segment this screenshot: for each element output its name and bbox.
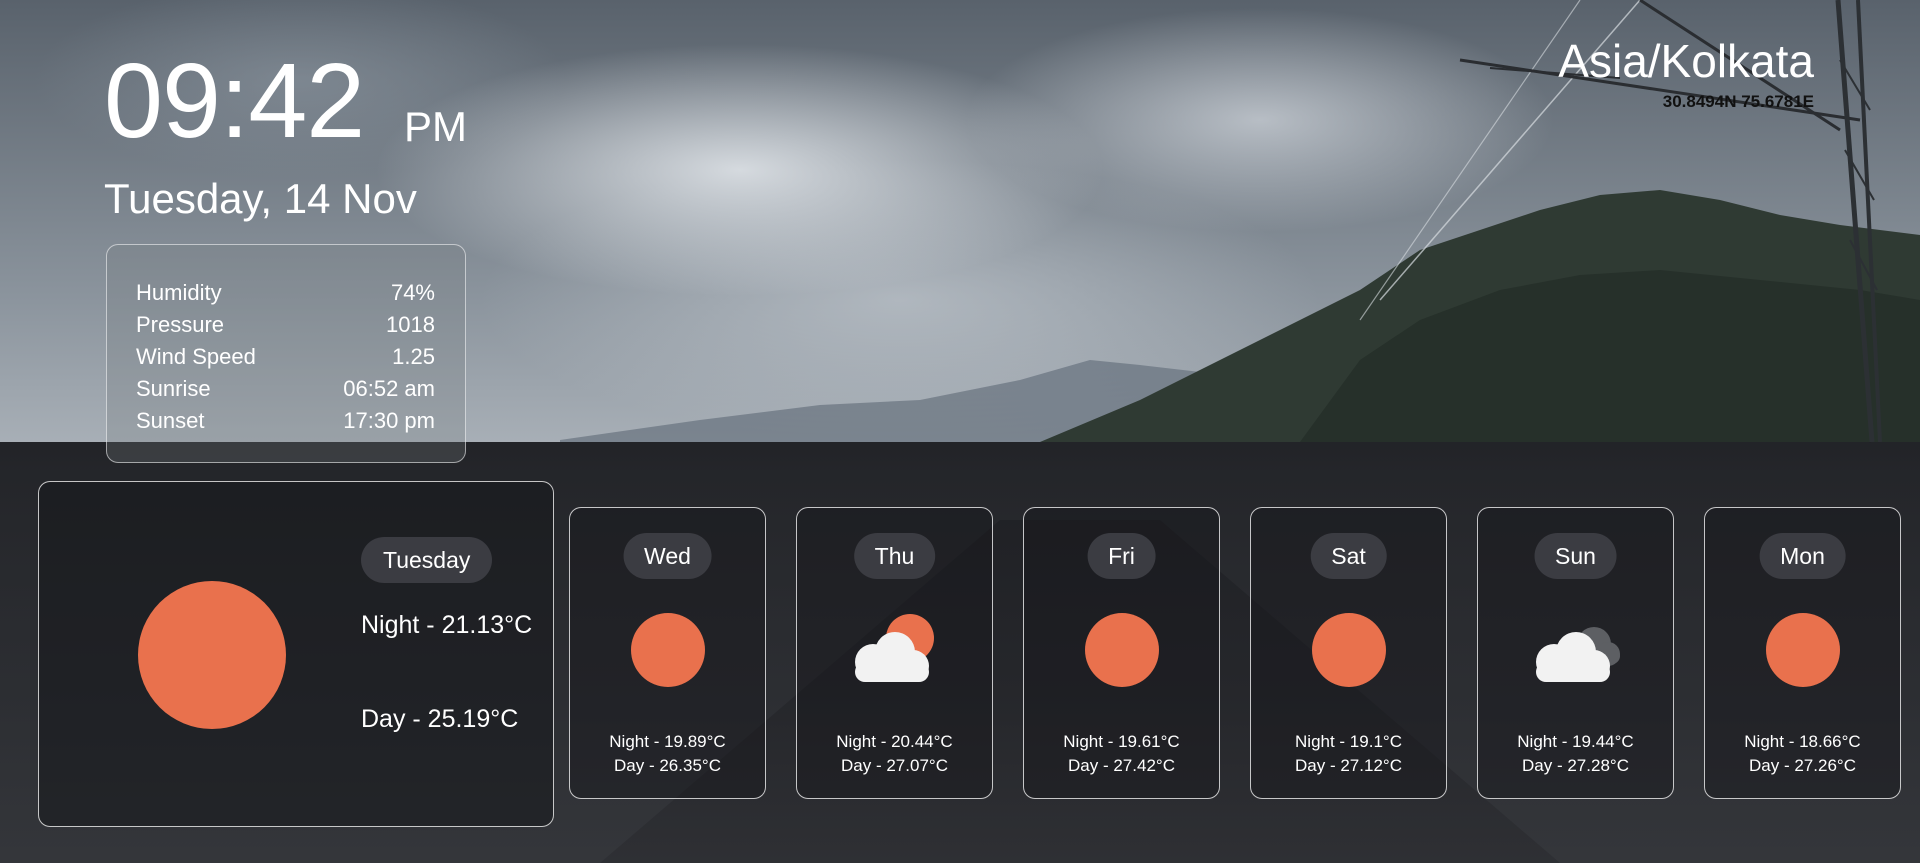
forecast-day-temp: Day - 26.35°C	[614, 756, 721, 775]
current-day-temp: Day - 25.19°C	[361, 705, 519, 733]
clock-date: Tuesday, 14 Nov	[104, 175, 417, 222]
forecast-day-temp: Day - 27.12°C	[1295, 756, 1402, 775]
sun-icon	[1084, 613, 1159, 687]
weather-details-panel: Humidity 74% Pressure 1018 Wind Speed 1.…	[106, 244, 466, 463]
detail-label: Sunset	[136, 408, 205, 433]
detail-label: Pressure	[136, 312, 225, 337]
forecast-card-fri: Fri Night - 19.61°C Day - 27.42°C	[1023, 507, 1220, 799]
current-night-temp: Night - 21.13°C	[361, 611, 533, 639]
forecast-day-pill: Thu	[853, 533, 936, 579]
forecast-day-temp: Day - 27.42°C	[1068, 756, 1175, 775]
detail-row-wind-speed: Wind Speed 1.25	[136, 341, 435, 373]
location-info: Asia/Kolkata 30.8494N 75.6781E	[1558, 38, 1814, 112]
detail-row-sunrise: Sunrise 06:52 am	[136, 373, 435, 405]
forecast-night-temp: Night - 19.61°C	[1063, 732, 1180, 751]
forecast-night-temp: Night - 18.66°C	[1744, 732, 1861, 751]
forecast-temps: Night - 20.44°C Day - 27.07°C	[797, 730, 992, 778]
forecast-night-temp: Night - 20.44°C	[836, 732, 953, 751]
detail-row-pressure: Pressure 1018	[136, 309, 435, 341]
detail-value: 06:52 am	[343, 376, 435, 401]
detail-row-humidity: Humidity 74%	[136, 277, 435, 309]
cloudy-icon	[1535, 627, 1620, 682]
forecast-card-thu: Thu Night - 20.44°C Day - 27.07°C	[796, 507, 993, 799]
forecast-card-mon: Mon Night - 18.66°C Day - 27.26°C	[1704, 507, 1901, 799]
forecast-day-temp: Day - 27.26°C	[1749, 756, 1856, 775]
clock-time: 09:42	[104, 42, 365, 160]
forecast-temps: Night - 19.61°C Day - 27.42°C	[1024, 730, 1219, 778]
forecast-card-wed: Wed Night - 19.89°C Day - 26.35°C	[569, 507, 766, 799]
weather-dashboard: 09:42 PM Tuesday, 14 Nov Humidity 74% Pr…	[0, 0, 1920, 863]
forecast-night-temp: Night - 19.44°C	[1517, 732, 1634, 751]
forecast-temps: Night - 19.1°C Day - 27.12°C	[1251, 730, 1446, 778]
clock-ampm: PM	[404, 103, 467, 150]
detail-value: 74%	[390, 280, 435, 305]
detail-row-sunset: Sunset 17:30 pm	[136, 405, 435, 437]
detail-label: Sunrise	[136, 376, 211, 401]
forecast-day-pill: Wed	[623, 533, 712, 579]
forecast-day-pill: Sat	[1310, 533, 1387, 579]
detail-value: 17:30 pm	[343, 408, 435, 433]
location-coords: 30.8494N 75.6781E	[1662, 92, 1814, 111]
sun-icon	[630, 613, 705, 687]
forecast-temps: Night - 19.89°C Day - 26.35°C	[570, 730, 765, 778]
forecast-night-temp: Night - 19.89°C	[609, 732, 726, 751]
forecast-card-sat: Sat Night - 19.1°C Day - 27.12°C	[1250, 507, 1447, 799]
detail-label: Humidity	[136, 280, 222, 305]
forecast-temps: Night - 19.44°C Day - 27.28°C	[1478, 730, 1673, 778]
forecast-day-temp: Day - 27.28°C	[1522, 756, 1629, 775]
forecast-night-temp: Night - 19.1°C	[1295, 732, 1402, 751]
detail-value: 1.25	[392, 344, 435, 369]
current-day-card: Tuesday Night - 21.13°C Day - 25.19°C	[38, 481, 554, 827]
timezone-name: Asia/Kolkata	[1558, 35, 1814, 87]
sun-icon	[138, 581, 286, 729]
forecast-temps: Night - 18.66°C Day - 27.26°C	[1705, 730, 1900, 778]
forecast-day-temp: Day - 27.07°C	[841, 756, 948, 775]
sun-icon	[1311, 613, 1386, 687]
detail-label: Wind Speed	[136, 344, 256, 369]
forecast-day-pill: Mon	[1759, 533, 1846, 579]
detail-value: 1018	[386, 312, 435, 337]
forecast-day-pill: Sun	[1534, 533, 1617, 579]
forecast-day-pill: Fri	[1087, 533, 1156, 579]
sun-icon	[1765, 613, 1840, 687]
current-day-pill: Tuesday	[361, 537, 493, 583]
forecast-card-sun: Sun Night - 19.44°C Day - 27.28°C	[1477, 507, 1674, 799]
partly-cloudy-icon	[854, 614, 934, 682]
